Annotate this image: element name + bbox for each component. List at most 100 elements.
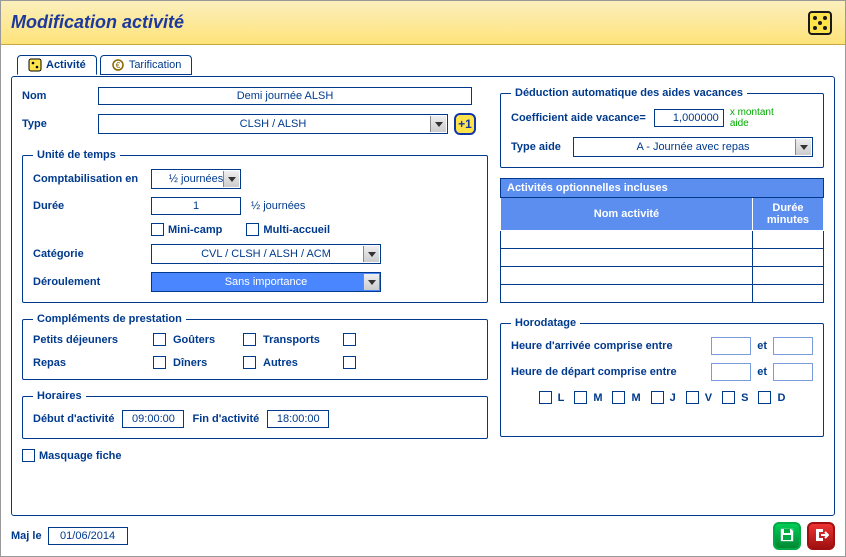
arrivee-from-input[interactable] [711,337,751,355]
tab-activite[interactable]: Activité [17,55,97,75]
categorie-select[interactable]: CVL / CLSH / ALSH / ACM [151,244,381,264]
categorie-label: Catégorie [33,248,151,260]
unite-legend: Unité de temps [33,149,120,161]
type-select[interactable]: CLSH / ALSH [98,114,448,134]
day-j[interactable]: J [651,391,676,404]
masquage-label: Masquage fiche [39,450,122,462]
chevron-down-icon [430,116,446,132]
c3-label: Transports [263,334,343,346]
debut-label: Début d'activité [33,413,114,425]
deroul-label: Déroulement [33,276,151,288]
table-row[interactable] [501,249,824,267]
dice-icon [805,8,835,38]
deroul-value: Sans importance [225,276,308,288]
coef-label: Coefficient aide vacance= [511,112,646,124]
day-m2[interactable]: M [612,391,640,404]
day-l[interactable]: L [539,391,565,404]
tab-tarification-label: Tarification [129,59,182,71]
compta-label: Comptabilisation en [33,173,151,185]
c3-check[interactable] [343,333,356,346]
day-d[interactable]: D [758,391,785,404]
day-v[interactable]: V [686,391,712,404]
c4-check[interactable] [153,356,166,369]
type-label: Type [22,118,98,130]
duree-input[interactable] [151,197,241,215]
c2-label: Goûters [173,334,243,346]
nom-label: Nom [22,90,98,102]
nom-input[interactable] [98,87,472,105]
checkbox-icon [246,223,259,236]
table-row[interactable] [501,285,824,303]
et1: et [757,340,767,352]
duree-label: Durée [33,200,151,212]
add-type-button[interactable]: +1 [454,113,476,135]
horodatage-legend: Horodatage [511,317,580,329]
table-row[interactable] [501,267,824,285]
coef-input[interactable] [654,109,724,127]
optional-activities-table: Activités optionnelles incluses Nom acti… [500,178,824,303]
day-s[interactable]: S [722,391,748,404]
depart-label: Heure de départ comprise entre [511,366,705,378]
chevron-down-icon [363,246,379,262]
depart-to-input[interactable] [773,363,813,381]
typeaide-select[interactable]: A - Journée avec repas [573,137,813,157]
fin-label: Fin d'activité [192,413,259,425]
complements-legend: Compléments de prestation [33,313,186,325]
c1-check[interactable] [153,333,166,346]
checkbox-icon [22,449,35,462]
maj-input[interactable] [48,527,128,545]
opt-col1: Nom activité [501,198,753,231]
footer: Maj le [11,522,835,550]
tab-tarification[interactable]: € Tarification [100,55,193,75]
c5-check[interactable] [243,356,256,369]
deduction-fieldset: Déduction automatique des aides vacances… [500,87,824,168]
duree-unit: ½ journées [251,200,305,212]
c2-check[interactable] [243,333,256,346]
arrivee-label: Heure d'arrivée comprise entre [511,340,705,352]
multi-label: Multi-accueil [263,224,330,236]
horodatage-fieldset: Horodatage Heure d'arrivée comprise entr… [500,317,824,437]
depart-from-input[interactable] [711,363,751,381]
horaires-fieldset: Horaires Début d'activité Fin d'activité [22,390,488,439]
day-checks: L M M J V S D [511,391,813,404]
c4-label: Repas [33,357,153,369]
compta-select[interactable]: ½ journées [151,169,241,189]
horaires-legend: Horaires [33,390,86,402]
debut-input[interactable] [122,410,184,428]
categorie-value: CVL / CLSH / ALSH / ACM [201,248,331,260]
opt-title: Activités optionnelles incluses [501,179,824,198]
window-title: Modification activité [11,12,184,33]
typeaide-label: Type aide [511,141,573,153]
close-button[interactable] [807,522,835,550]
exit-icon [813,527,829,546]
form-panel: Nom Type CLSH / ALSH +1 Unité de temps C… [11,76,835,516]
table-row[interactable] [501,231,824,249]
fin-input[interactable] [267,410,329,428]
masquage-check[interactable]: Masquage fiche [22,449,488,462]
day-m1[interactable]: M [574,391,602,404]
save-button[interactable] [773,522,801,550]
floppy-icon [779,527,795,546]
typeaide-value: A - Journée avec repas [636,141,749,153]
checkbox-icon [151,223,164,236]
chevron-down-icon [223,171,239,187]
svg-text:€: € [116,61,121,70]
deroul-select[interactable]: Sans importance [151,272,381,292]
c6-check[interactable] [343,356,356,369]
type-value: CLSH / ALSH [240,118,307,130]
tab-bar: Activité € Tarification [11,55,835,77]
multi-check[interactable]: Multi-accueil [246,223,330,236]
dice-small-icon [28,58,42,72]
chevron-down-icon [795,139,811,155]
coef-note: x montantaide [730,107,774,129]
complements-fieldset: Compléments de prestation Petits déjeune… [22,313,488,380]
c5-label: Dîners [173,357,243,369]
minicamp-check[interactable]: Mini-camp [151,223,222,236]
maj-label: Maj le [11,530,42,542]
arrivee-to-input[interactable] [773,337,813,355]
deduction-legend: Déduction automatique des aides vacances [511,87,747,99]
title-bar: Modification activité [1,1,845,45]
c1-label: Petits déjeuners [33,334,153,346]
minicamp-label: Mini-camp [168,224,222,236]
et2: et [757,366,767,378]
